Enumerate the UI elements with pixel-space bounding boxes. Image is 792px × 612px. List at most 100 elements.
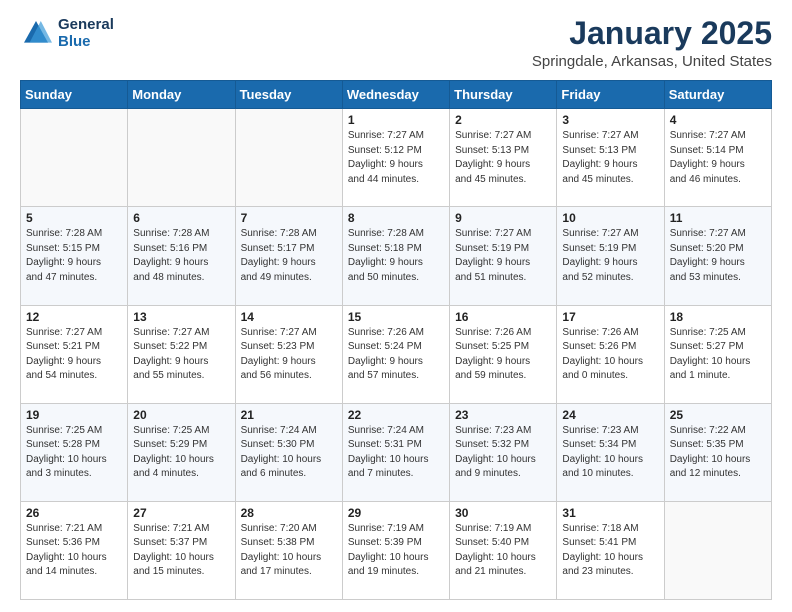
day-info: Sunrise: 7:21 AM Sunset: 5:37 PM Dayligh… xyxy=(133,522,229,580)
day-info: Sunrise: 7:25 AM Sunset: 5:27 PM Dayligh… xyxy=(670,326,766,384)
day-number: 9 xyxy=(455,211,551,225)
calendar-cell: 11 Sunrise: 7:27 AM Sunset: 5:20 PM Dayli… xyxy=(664,207,771,305)
day-info: Sunrise: 7:27 AM Sunset: 5:19 PM Dayligh… xyxy=(455,227,551,285)
calendar-cell: 21 Sunrise: 7:24 AM Sunset: 5:30 PM Dayli… xyxy=(235,403,342,501)
day-info: Sunrise: 7:27 AM Sunset: 5:22 PM Dayligh… xyxy=(133,326,229,384)
calendar-cell: 3 Sunrise: 7:27 AM Sunset: 5:13 PM Daylig… xyxy=(557,109,664,207)
day-info: Sunrise: 7:28 AM Sunset: 5:17 PM Dayligh… xyxy=(241,227,337,285)
calendar-cell: 30 Sunrise: 7:19 AM Sunset: 5:40 PM Dayli… xyxy=(450,501,557,599)
main-title: January 2025 xyxy=(532,16,772,51)
calendar-header-sunday: Sunday xyxy=(21,81,128,109)
calendar-cell: 13 Sunrise: 7:27 AM Sunset: 5:22 PM Dayli… xyxy=(128,305,235,403)
day-number: 19 xyxy=(26,408,122,422)
day-info: Sunrise: 7:28 AM Sunset: 5:18 PM Dayligh… xyxy=(348,227,444,285)
calendar-cell: 23 Sunrise: 7:23 AM Sunset: 5:32 PM Dayli… xyxy=(450,403,557,501)
subtitle: Springdale, Arkansas, United States xyxy=(532,53,772,70)
day-info: Sunrise: 7:28 AM Sunset: 5:16 PM Dayligh… xyxy=(133,227,229,285)
day-number: 30 xyxy=(455,506,551,520)
calendar-cell: 9 Sunrise: 7:27 AM Sunset: 5:19 PM Daylig… xyxy=(450,207,557,305)
day-number: 3 xyxy=(562,113,658,127)
day-info: Sunrise: 7:23 AM Sunset: 5:34 PM Dayligh… xyxy=(562,424,658,482)
calendar-cell xyxy=(128,109,235,207)
logo-text: General Blue xyxy=(58,16,114,50)
calendar-week-row: 19Sunrise: 7:25 AM Sunset: 5:28 PM Dayli… xyxy=(21,403,772,501)
calendar-cell: 25 Sunrise: 7:22 AM Sunset: 5:35 PM Dayli… xyxy=(664,403,771,501)
day-info: Sunrise: 7:27 AM Sunset: 5:12 PM Dayligh… xyxy=(348,129,444,187)
calendar-cell: 31 Sunrise: 7:18 AM Sunset: 5:41 PM Dayli… xyxy=(557,501,664,599)
day-number: 27 xyxy=(133,506,229,520)
day-number: 13 xyxy=(133,310,229,324)
calendar-cell: 7 Sunrise: 7:28 AM Sunset: 5:17 PM Daylig… xyxy=(235,207,342,305)
calendar-cell: 6Sunrise: 7:28 AM Sunset: 5:16 PM Daylig… xyxy=(128,207,235,305)
calendar-header-tuesday: Tuesday xyxy=(235,81,342,109)
day-number: 10 xyxy=(562,211,658,225)
calendar-week-row: 12 Sunrise: 7:27 AM Sunset: 5:21 PM Dayli… xyxy=(21,305,772,403)
calendar-cell: 18 Sunrise: 7:25 AM Sunset: 5:27 PM Dayli… xyxy=(664,305,771,403)
day-number: 8 xyxy=(348,211,444,225)
day-number: 23 xyxy=(455,408,551,422)
day-number: 2 xyxy=(455,113,551,127)
calendar-cell: 17 Sunrise: 7:26 AM Sunset: 5:26 PM Dayli… xyxy=(557,305,664,403)
day-number: 29 xyxy=(348,506,444,520)
day-info: Sunrise: 7:18 AM Sunset: 5:41 PM Dayligh… xyxy=(562,522,658,580)
day-info: Sunrise: 7:27 AM Sunset: 5:13 PM Dayligh… xyxy=(562,129,658,187)
day-info: Sunrise: 7:21 AM Sunset: 5:36 PM Dayligh… xyxy=(26,522,122,580)
calendar-week-row: 1 Sunrise: 7:27 AM Sunset: 5:12 PM Daylig… xyxy=(21,109,772,207)
day-number: 5 xyxy=(26,211,122,225)
calendar-cell: 10Sunrise: 7:27 AM Sunset: 5:19 PM Dayli… xyxy=(557,207,664,305)
day-info: Sunrise: 7:27 AM Sunset: 5:14 PM Dayligh… xyxy=(670,129,766,187)
day-number: 25 xyxy=(670,408,766,422)
day-info: Sunrise: 7:22 AM Sunset: 5:35 PM Dayligh… xyxy=(670,424,766,482)
day-info: Sunrise: 7:20 AM Sunset: 5:38 PM Dayligh… xyxy=(241,522,337,580)
day-number: 24 xyxy=(562,408,658,422)
day-info: Sunrise: 7:24 AM Sunset: 5:31 PM Dayligh… xyxy=(348,424,444,482)
calendar-table: SundayMondayTuesdayWednesdayThursdayFrid… xyxy=(20,80,772,600)
day-number: 12 xyxy=(26,310,122,324)
day-number: 22 xyxy=(348,408,444,422)
calendar-cell: 27 Sunrise: 7:21 AM Sunset: 5:37 PM Dayli… xyxy=(128,501,235,599)
calendar-cell: 20Sunrise: 7:25 AM Sunset: 5:29 PM Dayli… xyxy=(128,403,235,501)
calendar-cell: 22 Sunrise: 7:24 AM Sunset: 5:31 PM Dayli… xyxy=(342,403,449,501)
day-info: Sunrise: 7:19 AM Sunset: 5:40 PM Dayligh… xyxy=(455,522,551,580)
day-info: Sunrise: 7:23 AM Sunset: 5:32 PM Dayligh… xyxy=(455,424,551,482)
calendar-cell: 1 Sunrise: 7:27 AM Sunset: 5:12 PM Daylig… xyxy=(342,109,449,207)
calendar-cell: 24 Sunrise: 7:23 AM Sunset: 5:34 PM Dayli… xyxy=(557,403,664,501)
day-number: 28 xyxy=(241,506,337,520)
day-number: 21 xyxy=(241,408,337,422)
day-info: Sunrise: 7:26 AM Sunset: 5:26 PM Dayligh… xyxy=(562,326,658,384)
calendar-week-row: 5 Sunrise: 7:28 AM Sunset: 5:15 PM Daylig… xyxy=(21,207,772,305)
logo: General Blue xyxy=(20,16,114,50)
day-info: Sunrise: 7:27 AM Sunset: 5:21 PM Dayligh… xyxy=(26,326,122,384)
day-info: Sunrise: 7:24 AM Sunset: 5:30 PM Dayligh… xyxy=(241,424,337,482)
day-number: 11 xyxy=(670,211,766,225)
calendar-header-thursday: Thursday xyxy=(450,81,557,109)
calendar-cell: 8 Sunrise: 7:28 AM Sunset: 5:18 PM Daylig… xyxy=(342,207,449,305)
page: General Blue January 2025 Springdale, Ar… xyxy=(0,0,792,612)
day-number: 15 xyxy=(348,310,444,324)
calendar-cell: 19Sunrise: 7:25 AM Sunset: 5:28 PM Dayli… xyxy=(21,403,128,501)
day-info: Sunrise: 7:26 AM Sunset: 5:25 PM Dayligh… xyxy=(455,326,551,384)
calendar-cell: 5 Sunrise: 7:28 AM Sunset: 5:15 PM Daylig… xyxy=(21,207,128,305)
calendar-header-saturday: Saturday xyxy=(664,81,771,109)
day-number: 20 xyxy=(133,408,229,422)
calendar-week-row: 26 Sunrise: 7:21 AM Sunset: 5:36 PM Dayli… xyxy=(21,501,772,599)
day-info: Sunrise: 7:27 AM Sunset: 5:20 PM Dayligh… xyxy=(670,227,766,285)
day-number: 18 xyxy=(670,310,766,324)
calendar-cell xyxy=(664,501,771,599)
calendar-cell: 28 Sunrise: 7:20 AM Sunset: 5:38 PM Dayli… xyxy=(235,501,342,599)
title-block: January 2025 Springdale, Arkansas, Unite… xyxy=(532,16,772,70)
day-info: Sunrise: 7:27 AM Sunset: 5:13 PM Dayligh… xyxy=(455,129,551,187)
day-info: Sunrise: 7:26 AM Sunset: 5:24 PM Dayligh… xyxy=(348,326,444,384)
calendar-header-monday: Monday xyxy=(128,81,235,109)
day-info: Sunrise: 7:28 AM Sunset: 5:15 PM Dayligh… xyxy=(26,227,122,285)
calendar-header-row: SundayMondayTuesdayWednesdayThursdayFrid… xyxy=(21,81,772,109)
calendar-cell xyxy=(235,109,342,207)
day-number: 17 xyxy=(562,310,658,324)
day-number: 1 xyxy=(348,113,444,127)
calendar-cell: 14Sunrise: 7:27 AM Sunset: 5:23 PM Dayli… xyxy=(235,305,342,403)
day-number: 7 xyxy=(241,211,337,225)
calendar-cell: 15 Sunrise: 7:26 AM Sunset: 5:24 PM Dayli… xyxy=(342,305,449,403)
day-number: 31 xyxy=(562,506,658,520)
day-number: 26 xyxy=(26,506,122,520)
day-number: 16 xyxy=(455,310,551,324)
